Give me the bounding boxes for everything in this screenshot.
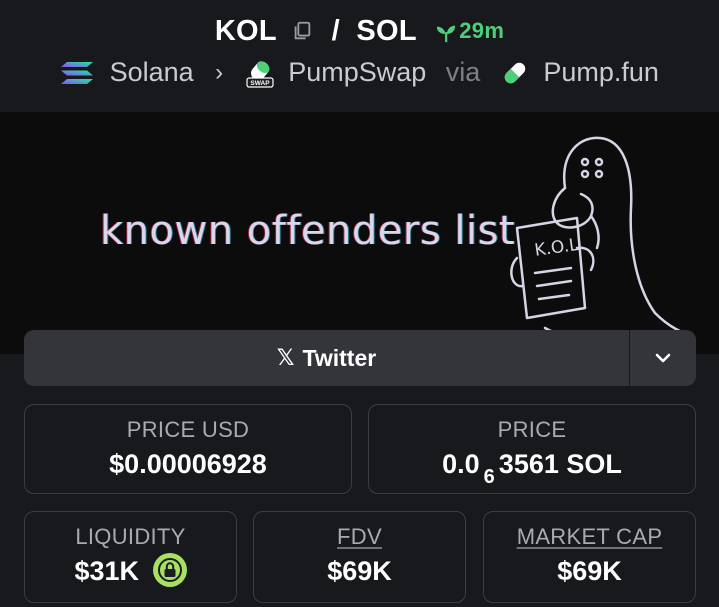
links-dropdown-button[interactable] <box>629 330 696 386</box>
pair-age: 29m <box>435 18 504 44</box>
pump-fun-icon[interactable] <box>500 58 530 88</box>
pair-title: KOL / SOL 29m <box>0 14 719 48</box>
chevron-right-icon: › <box>215 58 224 86</box>
twitter-label: Twitter <box>302 344 377 371</box>
market-cap-card: MARKET CAP $69K <box>483 511 696 603</box>
price-usd-card: PRICE USD $0.00006928 <box>24 404 352 494</box>
market-cap-value: $69K <box>557 556 622 586</box>
price-usd-label: PRICE USD <box>126 417 250 442</box>
price-native-card: PRICE 0.0 6 3561 SOL <box>368 404 696 494</box>
lock-icon[interactable] <box>152 553 187 587</box>
solana-icon[interactable] <box>60 60 94 86</box>
price-suffix: 3561 SOL <box>498 449 622 479</box>
via-text: via <box>445 57 481 88</box>
launchpad-name[interactable]: Pump.fun <box>543 57 659 88</box>
token-banner: known offenders list K.O.L <box>0 112 719 354</box>
price-usd-value: $0.00006928 <box>109 449 267 479</box>
liquidity-card: LIQUIDITY $31K <box>24 511 237 603</box>
dex-name[interactable]: PumpSwap <box>288 57 426 88</box>
fdv-card: FDV $69K <box>253 511 466 603</box>
liquidity-value: $31K <box>74 556 140 587</box>
swap-badge-text: SWAP <box>250 80 270 87</box>
sprout-icon <box>437 25 456 42</box>
pair-route: Solana › SWAP PumpSwap via Pump.fun <box>0 56 719 88</box>
liquidity-value-row: $31K <box>25 553 236 590</box>
pair-separator: / <box>331 14 341 47</box>
chain-name[interactable]: Solana <box>110 57 194 88</box>
chevron-down-icon <box>655 353 671 363</box>
age-text: 29m <box>459 18 505 44</box>
price-prefix: 0.0 <box>442 449 480 479</box>
market-cap-label[interactable]: MARKET CAP <box>484 524 695 550</box>
banner-text: known offenders list <box>100 208 516 254</box>
twitter-button[interactable]: 𝕏 Twitter <box>24 330 629 386</box>
sign-text: K.O.L <box>533 235 580 261</box>
price-zero-count: 6 <box>483 466 495 488</box>
price-native-value: 0.0 6 3561 SOL <box>369 449 695 488</box>
pair-header: KOL / SOL 29m Solana › SWAP PumpSwap via… <box>0 0 719 112</box>
social-links-bar: 𝕏 Twitter <box>24 330 696 386</box>
quote-symbol: SOL <box>356 14 417 47</box>
x-icon: 𝕏 <box>276 345 295 370</box>
copy-icon[interactable] <box>291 20 313 42</box>
fdv-value: $69K <box>327 556 392 586</box>
liquidity-label: LIQUIDITY <box>75 524 186 549</box>
token-symbol: KOL <box>214 14 277 47</box>
fdv-label[interactable]: FDV <box>254 524 465 550</box>
pumpswap-icon[interactable]: SWAP <box>245 58 275 88</box>
price-label: PRICE <box>497 417 567 442</box>
penguin-mascot-image: K.O.L <box>510 136 695 349</box>
